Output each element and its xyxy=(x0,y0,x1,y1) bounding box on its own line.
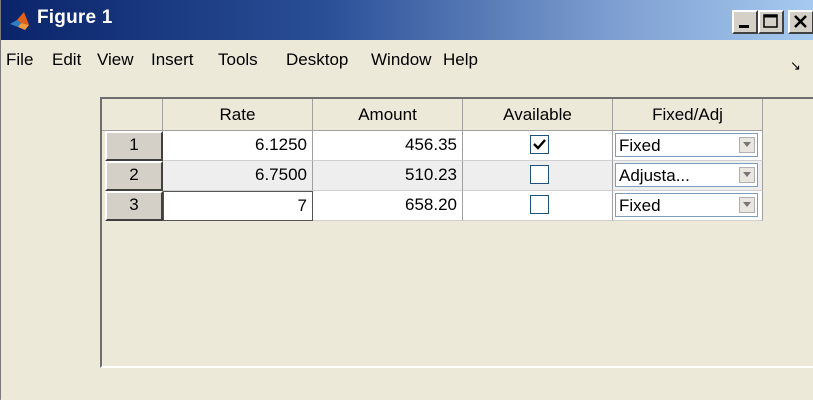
available-checkbox[interactable] xyxy=(530,135,549,154)
column-header-fixed-adj[interactable]: Fixed/Adj xyxy=(613,99,763,131)
available-checkbox[interactable] xyxy=(530,165,549,184)
chevron-down-icon xyxy=(743,142,751,147)
cell-rate[interactable]: 6.7500 xyxy=(163,161,313,191)
cell-available xyxy=(463,191,613,221)
chevron-down-icon xyxy=(743,202,751,207)
checkmark-icon xyxy=(533,139,546,150)
menu-bar: File Edit View Insert Tools Desktop Wind… xyxy=(1,40,813,74)
menu-view[interactable]: View xyxy=(97,50,134,70)
cell-amount[interactable]: 456.35 xyxy=(313,131,463,161)
maximize-button[interactable] xyxy=(758,10,784,34)
chevron-down-icon xyxy=(743,172,751,177)
minimize-icon xyxy=(739,25,749,28)
row-header[interactable]: 1 xyxy=(105,131,163,161)
cell-available xyxy=(463,131,613,161)
dropdown-button[interactable] xyxy=(739,137,755,153)
dropdown-button[interactable] xyxy=(739,197,755,213)
close-icon xyxy=(794,15,807,28)
matlab-logo-icon[interactable] xyxy=(9,11,33,33)
menu-tools[interactable]: Tools xyxy=(218,50,258,70)
row-header[interactable]: 3 xyxy=(105,191,163,221)
fixed-adj-dropdown[interactable]: Fixed xyxy=(615,193,758,217)
fixed-adj-dropdown[interactable]: Adjusta... xyxy=(615,163,758,187)
column-header-amount[interactable]: Amount xyxy=(313,99,463,131)
available-checkbox[interactable] xyxy=(530,195,549,214)
corner-header-cell xyxy=(102,99,163,131)
cell-fixed-adj: Fixed xyxy=(613,131,763,161)
menu-edit[interactable]: Edit xyxy=(52,50,81,70)
maximize-icon xyxy=(763,14,778,28)
cell-amount[interactable]: 658.20 xyxy=(313,191,463,221)
column-header-rate[interactable]: Rate xyxy=(163,99,313,131)
cell-rate[interactable]: 7 xyxy=(163,191,313,221)
menu-file[interactable]: File xyxy=(6,50,33,70)
cell-fixed-adj: Adjusta... xyxy=(613,161,763,191)
menu-insert[interactable]: Insert xyxy=(151,50,194,70)
menu-window[interactable]: Window xyxy=(371,50,431,70)
cell-rate[interactable]: 6.1250 xyxy=(163,131,313,161)
cell-available xyxy=(463,161,613,191)
minimize-button[interactable] xyxy=(732,10,758,34)
title-bar[interactable]: Figure 1 xyxy=(1,0,813,40)
cell-amount[interactable]: 510.23 xyxy=(313,161,463,191)
figure-window: Figure 1 File Edit View Insert Tools Des… xyxy=(0,0,813,400)
close-button[interactable] xyxy=(788,10,813,34)
menu-desktop[interactable]: Desktop xyxy=(286,50,348,70)
fixed-adj-dropdown[interactable]: Fixed xyxy=(615,133,758,157)
menu-help[interactable]: Help xyxy=(443,50,478,70)
dropdown-value: Adjusta... xyxy=(619,166,690,185)
dropdown-value: Fixed xyxy=(619,136,661,155)
column-header-available[interactable]: Available xyxy=(463,99,613,131)
cell-fixed-adj: Fixed xyxy=(613,191,763,221)
dock-arrow-icon[interactable]: ↘ xyxy=(790,58,801,74)
dropdown-button[interactable] xyxy=(739,167,755,183)
window-title: Figure 1 xyxy=(37,7,113,28)
row-header[interactable]: 2 xyxy=(105,161,163,191)
dropdown-value: Fixed xyxy=(619,196,661,215)
